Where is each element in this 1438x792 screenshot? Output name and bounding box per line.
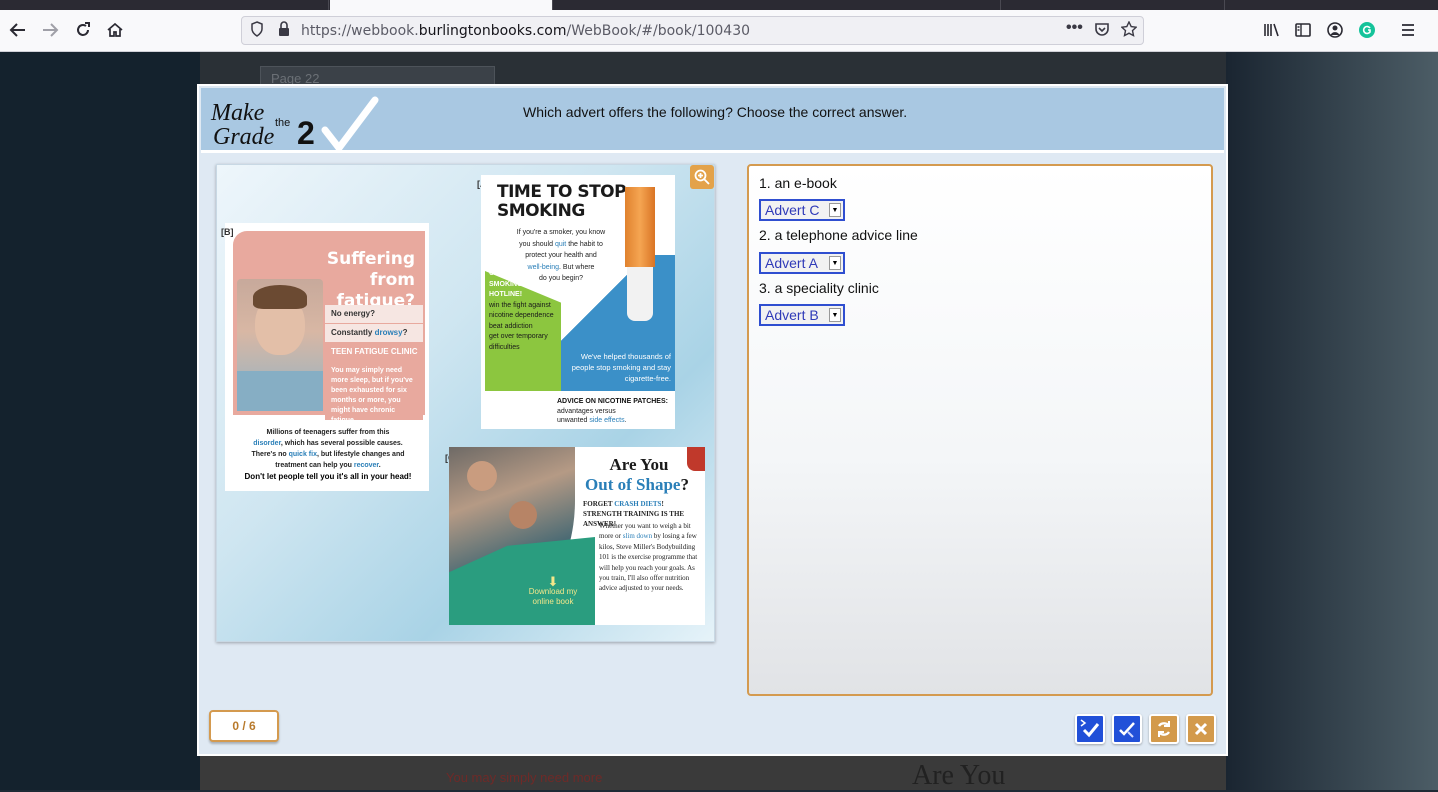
dropdown-arrow-icon[interactable]: ▼ (829, 256, 841, 270)
pocket-icon[interactable] (1094, 21, 1110, 40)
exercise-modal: Make the Grade 2 Which advert offers the… (197, 84, 1228, 756)
page-left-margin (0, 52, 200, 790)
advert-c-title: Are You (609, 455, 669, 474)
check-answers-button[interactable] (1075, 714, 1105, 744)
grammarly-icon[interactable] (1354, 18, 1380, 42)
checkmark-icon (321, 96, 379, 152)
star-icon[interactable] (1120, 20, 1138, 40)
question-2: 2. a telephone advice line (759, 227, 918, 243)
cigarette-image (625, 187, 655, 321)
url-bar[interactable]: https://webbook.burlingtonbooks.com/WebB… (241, 16, 1144, 45)
advert-b-footer: Millions of teenagers suffer from this d… (244, 429, 412, 481)
logo-grade: Grade (213, 124, 275, 150)
logo-make: Make (210, 100, 265, 126)
advert-c-subtitle: Out of Shape? (585, 475, 689, 494)
logo-number: 2 (297, 115, 315, 151)
menu-icon[interactable] (1395, 18, 1421, 42)
show-answers-button[interactable] (1112, 714, 1142, 744)
advert-c-body: Whether you want to weigh a bit more or … (599, 522, 698, 593)
make-the-grade-logo: Make the Grade 2 (210, 96, 379, 152)
shield-icon[interactable] (250, 21, 264, 40)
score-counter: 0 / 6 (209, 710, 279, 742)
browser-tab[interactable] (106, 0, 329, 10)
forward-icon[interactable] (37, 18, 63, 42)
modal-header: Make the Grade 2 Which advert offers the… (201, 88, 1224, 153)
dropdown-arrow-icon[interactable]: ▼ (829, 308, 841, 322)
browser-tab-active[interactable] (330, 0, 553, 10)
zoom-button[interactable] (690, 165, 714, 189)
reset-button[interactable] (1149, 714, 1179, 744)
library-icon[interactable] (1258, 18, 1284, 42)
sidebar-icon[interactable] (1290, 18, 1316, 42)
logo-the: the (275, 117, 290, 129)
close-button[interactable] (1186, 714, 1216, 744)
zoom-in-icon (694, 169, 710, 185)
url-text[interactable]: https://webbook.burlingtonbooks.com/WebB… (301, 23, 750, 39)
browser-tab[interactable] (778, 0, 1001, 10)
answer-select-2[interactable]: Advert A ▼ (759, 252, 845, 274)
advert-a-title: TIME TO STOP SMOKING (497, 182, 627, 221)
reload-icon[interactable] (70, 18, 96, 42)
more-icon[interactable]: ••• (1066, 19, 1083, 37)
advert-b: [B] Suffering from fatigue? No energy? C… (221, 223, 429, 491)
dropdown-arrow-icon[interactable]: ▼ (829, 203, 841, 217)
advert-a-claim: We've helped thousands of people stop sm… (571, 352, 671, 383)
advert-a-hotline: CALL SMOKING HOTLINE! win the fight agai… (489, 270, 554, 351)
preview-text: You may simply need more (446, 770, 603, 785)
close-icon (1194, 722, 1208, 736)
instruction-text: Which advert offers the following? Choos… (523, 104, 908, 120)
answer-select-3[interactable]: Advert B ▼ (759, 304, 845, 326)
book-page-preview: You may simply need more Are You (200, 756, 1226, 791)
browser-tab[interactable] (1002, 0, 1225, 10)
download-icon: ⬇ (547, 574, 559, 589)
questions-panel: 1. an e-book Advert C ▼ 2. a telephone a… (747, 164, 1213, 696)
question-3: 3. a speciality clinic (759, 280, 879, 296)
question-1: 1. an e-book (759, 175, 837, 191)
tired-boy-photo (237, 279, 323, 411)
browser-toolbar: https://webbook.burlingtonbooks.com/WebB… (0, 10, 1438, 52)
answer-select-1[interactable]: Advert C ▼ (759, 199, 845, 221)
advert-a: TIME TO STOP SMOKING If you're a smoker,… (481, 175, 675, 429)
download-book-badge: ⬇ Download my online book (517, 574, 589, 607)
adverts-image: [B] Suffering from fatigue? No energy? C… (216, 164, 715, 642)
advert-b-details: No energy? Constantly drowsy? TEEN FATIG… (325, 305, 423, 424)
pencil-check-icon (1119, 722, 1135, 738)
refresh-icon (1158, 721, 1170, 737)
page-right-margin (1226, 52, 1438, 790)
advert-b-label: [B] (221, 227, 234, 237)
double-check-icon (1080, 719, 1100, 738)
account-icon[interactable] (1322, 18, 1348, 42)
advert-a-bottom: ADVICE ON NICOTINE PATCHES: advantages v… (481, 391, 675, 429)
browser-tab-strip (0, 0, 1438, 10)
back-icon[interactable] (5, 18, 31, 42)
home-icon[interactable] (102, 18, 128, 42)
preview-title: Are You (912, 760, 1006, 791)
lock-icon[interactable] (278, 21, 290, 40)
advert-c: ⬇ Download my online book Are You Out of… (449, 447, 705, 625)
